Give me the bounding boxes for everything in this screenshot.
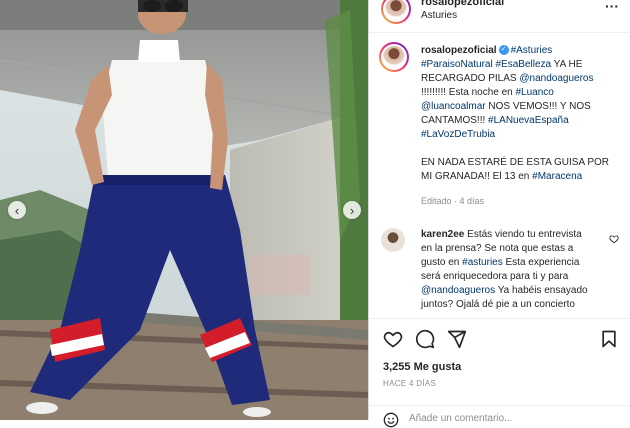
caption-part[interactable]: #Luanco (516, 87, 554, 98)
caption-part[interactable]: #ParaisoNatural #EsaBelleza (421, 59, 551, 70)
caption-part: !!!!!!!!! Esta noche en (421, 87, 513, 98)
comment-part[interactable]: #asturies (462, 257, 503, 268)
more-icon[interactable]: ··· (605, 0, 619, 14)
post-header: rosalopezoficial Asturies ··· (369, 0, 630, 33)
comment-icon[interactable] (415, 329, 435, 349)
caption-text: rosalopezoficial ✓ #Asturies #ParaisoNatur… (421, 44, 621, 184)
share-icon[interactable] (447, 329, 467, 349)
next-photo-button[interactable]: › (343, 201, 361, 219)
caption-username[interactable]: rosalopezoficial (421, 45, 497, 56)
caption-body: #Asturies #ParaisoNatural #EsaBelleza YA… (421, 45, 609, 182)
add-comment-bar: Añade un comentario... (369, 405, 630, 428)
comment-body: Estás viendo tu entrevista en la prensa?… (421, 229, 588, 310)
like-heart-icon[interactable] (383, 329, 403, 349)
header-location[interactable]: Asturies (421, 10, 457, 21)
post-photo[interactable]: ‹ › (0, 0, 368, 420)
commenter-avatar[interactable] (381, 228, 405, 252)
verified-badge-icon: ✓ (498, 45, 509, 56)
post-detail-panel: rosalopezoficial Asturies ··· rosalopezo… (368, 0, 630, 428)
save-bookmark-icon[interactable] (599, 329, 619, 349)
caption-avatar[interactable] (379, 42, 409, 72)
comment-part[interactable]: @nandoagueros (421, 285, 495, 296)
caption-part[interactable]: @nandoagueros (519, 73, 593, 84)
caption-part[interactable]: #Asturies (511, 45, 553, 56)
caption-part[interactable]: @luancoalmar (421, 101, 486, 112)
author-avatar[interactable] (381, 0, 411, 24)
post-image (0, 0, 368, 420)
previous-photo-button[interactable]: ‹ (8, 201, 26, 219)
emoji-icon[interactable] (383, 412, 399, 428)
like-count[interactable]: 3,255 Me gusta (383, 361, 461, 373)
comment-username[interactable]: karen2ee (421, 229, 464, 240)
post-date[interactable]: HACE 4 DÍAS (383, 379, 436, 388)
comment-text: karen2ee Estás viendo tu entrevista en l… (421, 228, 607, 312)
caption-part[interactable]: #Maracena (532, 171, 582, 182)
header-username[interactable]: rosalopezoficial (421, 0, 504, 8)
post-actions: 3,255 Me gusta HACE 4 DÍAS Añade un come… (369, 318, 630, 428)
comment-heart-icon[interactable] (609, 234, 619, 244)
add-comment-input[interactable]: Añade un comentario... (409, 413, 512, 424)
caption-meta: Editado · 4 días (421, 196, 485, 206)
